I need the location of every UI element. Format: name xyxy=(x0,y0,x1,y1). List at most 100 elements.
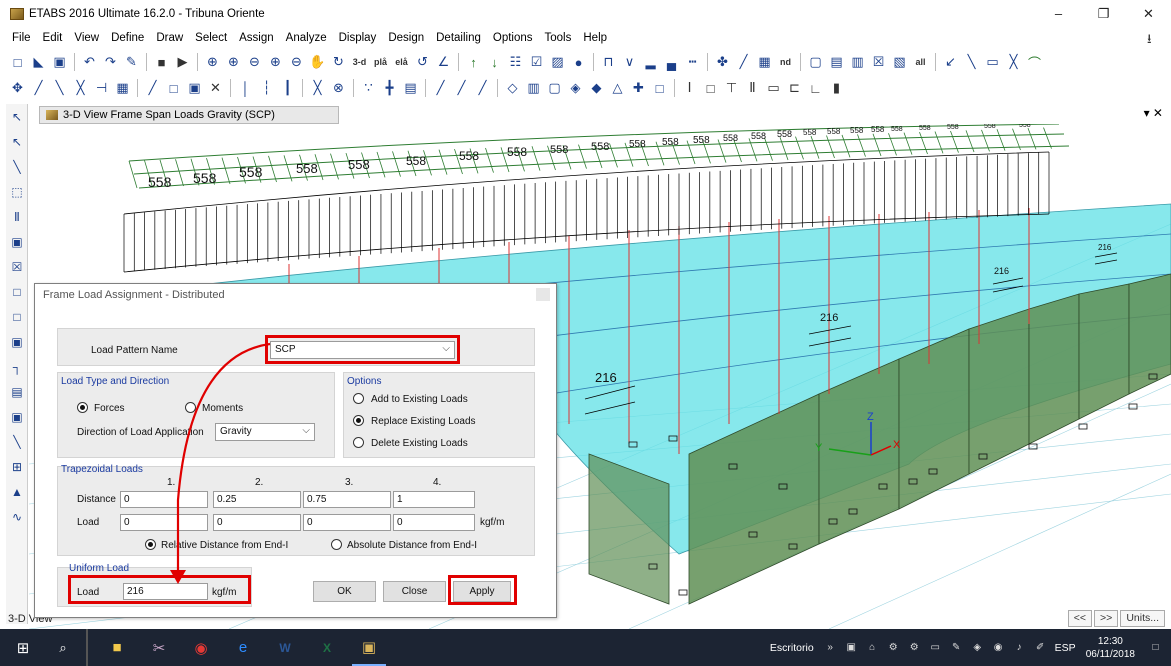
select-grid-icon[interactable]: ⊞ xyxy=(8,458,26,476)
zoom-in-icon[interactable]: ⊕ xyxy=(224,53,243,72)
draw-slab-icon[interactable]: ▣ xyxy=(185,79,204,98)
download-arrow-icon[interactable]: ⭳ xyxy=(1147,30,1161,46)
clock[interactable]: 12:30 06/11/2018 xyxy=(1086,635,1135,661)
perspective-icon[interactable]: ∠ xyxy=(434,53,453,72)
wall-design-icon[interactable]: ▢ xyxy=(545,79,564,98)
draw-line-icon[interactable]: ╲ xyxy=(8,158,26,176)
tray-app-icon[interactable]: ▣ xyxy=(844,640,859,655)
design-steel-icon[interactable]: ▢ xyxy=(806,53,825,72)
draw-opening-icon[interactable]: □ xyxy=(164,79,183,98)
menu-display[interactable]: Display xyxy=(333,32,383,44)
run-analysis-icon[interactable]: ▶ xyxy=(173,53,192,72)
menu-detailing[interactable]: Detailing xyxy=(430,32,487,44)
language-indicator[interactable]: ESP xyxy=(1055,642,1076,654)
section-t-dropdown[interactable]: ⊤ xyxy=(722,79,741,98)
select-diagonal-icon[interactable]: ╲ xyxy=(8,433,26,451)
snipping-tool-icon[interactable]: ✂ xyxy=(142,629,176,666)
load-1-input[interactable]: 0 xyxy=(120,514,208,531)
view-tab[interactable]: 3-D View Frame Span Loads Gravity (SCP) xyxy=(39,106,339,124)
next-view-button[interactable]: >> xyxy=(1094,610,1119,627)
view-3d-button[interactable]: 3-d xyxy=(350,53,369,72)
up-story-icon[interactable]: ↑ xyxy=(464,53,483,72)
select-spring-icon[interactable]: ∿ xyxy=(8,508,26,526)
design-details-icon[interactable]: ▧ xyxy=(890,53,909,72)
draw-dimension-icon[interactable]: ∵ xyxy=(359,79,378,98)
menu-draw[interactable]: Draw xyxy=(150,32,189,44)
strip-icon[interactable]: ◈ xyxy=(566,79,585,98)
section-double-i-dropdown[interactable]: Ⅱ xyxy=(743,79,762,98)
checkbox-icon[interactable]: ☑ xyxy=(527,53,546,72)
select-all-button[interactable]: all xyxy=(911,53,930,72)
design-concrete-icon[interactable]: ▤ xyxy=(827,53,846,72)
close-button[interactable]: ✕ xyxy=(1126,0,1171,27)
tray-color-icon[interactable]: ◉ xyxy=(991,640,1006,655)
delete-icon[interactable]: ✕ xyxy=(206,79,225,98)
object-shrink-icon[interactable]: ● xyxy=(569,53,588,72)
section-i-dropdown[interactable]: Ⅰ xyxy=(680,79,699,98)
section-box-dropdown[interactable]: □ xyxy=(701,79,720,98)
draw-braces-icon[interactable]: ╳ xyxy=(308,79,327,98)
tray-settings-icon[interactable]: ⚙ xyxy=(907,640,922,655)
menu-assign[interactable]: Assign xyxy=(233,32,280,44)
draw-point-icon[interactable]: △ xyxy=(608,79,627,98)
draw-ramp-icon[interactable]: ╱ xyxy=(431,79,450,98)
overflow-chevron-icon[interactable]: » xyxy=(823,640,838,655)
load-2-input[interactable]: 0 xyxy=(213,514,301,531)
node-label-button[interactable]: nd xyxy=(776,53,795,72)
new-model-icon[interactable]: □ xyxy=(8,53,27,72)
relative-distance-radio[interactable] xyxy=(145,539,156,550)
frame-draw-icon[interactable]: ╱ xyxy=(734,53,753,72)
etabs-taskbar-icon[interactable]: ▣ xyxy=(352,629,386,666)
section-pipe-dropdown[interactable]: ▮ xyxy=(827,79,846,98)
prev-view-button[interactable]: << xyxy=(1067,610,1093,627)
deselect-icon[interactable]: ⌒ xyxy=(1025,53,1044,72)
section-angle-dropdown[interactable]: ∟ xyxy=(806,79,825,98)
draw-secondary-beam-icon[interactable]: ┃ xyxy=(278,79,297,98)
tray-network-icon[interactable]: ⌂ xyxy=(865,640,880,655)
redo-icon[interactable]: ↷ xyxy=(101,53,120,72)
draw-ramp3-icon[interactable]: ╱ xyxy=(473,79,492,98)
design-strip-icon[interactable]: ◆ xyxy=(587,79,606,98)
maximize-button[interactable]: ❐ xyxy=(1081,0,1126,27)
plan-view-button[interactable]: plå xyxy=(371,53,390,72)
select-column-icon[interactable]: Ⅱ xyxy=(8,208,26,226)
tendon-icon[interactable]: ◇ xyxy=(503,79,522,98)
menu-analyze[interactable]: Analyze xyxy=(280,32,333,44)
stress-diagram-icon[interactable]: ▄ xyxy=(662,53,681,72)
menu-tools[interactable]: Tools xyxy=(539,32,578,44)
wall-stack-icon[interactable]: ▥ xyxy=(524,79,543,98)
story-response-icon[interactable]: ┅ xyxy=(683,53,702,72)
menu-edit[interactable]: Edit xyxy=(37,32,69,44)
intersect-select-icon[interactable]: ╳ xyxy=(1004,53,1023,72)
section-channel-dropdown[interactable]: ⊏ xyxy=(785,79,804,98)
menu-options[interactable]: Options xyxy=(487,32,539,44)
save-icon[interactable]: ▣ xyxy=(50,53,69,72)
menu-view[interactable]: View xyxy=(68,32,105,44)
load-3-input[interactable]: 0 xyxy=(303,514,391,531)
select-brace-icon[interactable]: ☒ xyxy=(8,258,26,276)
draw-grid-icon[interactable]: ╋ xyxy=(380,79,399,98)
windows-start-icon[interactable]: ⊞ xyxy=(8,629,38,666)
draw-reference-icon[interactable]: □ xyxy=(650,79,669,98)
pan-icon[interactable]: ✋ xyxy=(308,53,327,72)
select-line-icon[interactable]: ╲ xyxy=(962,53,981,72)
minimize-button[interactable]: – xyxy=(1036,0,1081,27)
select-wall-icon[interactable]: ▣ xyxy=(8,333,26,351)
joint-icon[interactable]: ✤ xyxy=(713,53,732,72)
select-bay-icon[interactable]: ▣ xyxy=(8,233,26,251)
select-ramp-icon[interactable]: ▲ xyxy=(8,483,26,501)
draw-cross-brace-icon[interactable]: ╳ xyxy=(71,79,90,98)
chrome-icon[interactable]: ◉ xyxy=(184,629,218,666)
design-check-icon[interactable]: ☒ xyxy=(869,53,888,72)
apply-button[interactable]: Apply xyxy=(453,581,511,602)
select-slab-icon[interactable]: □ xyxy=(8,308,26,326)
frame-section-icon[interactable]: ⊓ xyxy=(599,53,618,72)
elevation-view-button[interactable]: elå xyxy=(392,53,411,72)
tray-security-icon[interactable]: ◈ xyxy=(970,640,985,655)
select-box-icon[interactable]: ⬚ xyxy=(8,183,26,201)
pencil-icon[interactable]: ✎ xyxy=(122,53,141,72)
tray-sync-icon[interactable]: ⚙ xyxy=(886,640,901,655)
draw-column-icon[interactable]: │ xyxy=(236,79,255,98)
load-pattern-select[interactable]: SCP ⌵ xyxy=(270,341,455,359)
dialog-close-icon[interactable] xyxy=(536,288,550,301)
